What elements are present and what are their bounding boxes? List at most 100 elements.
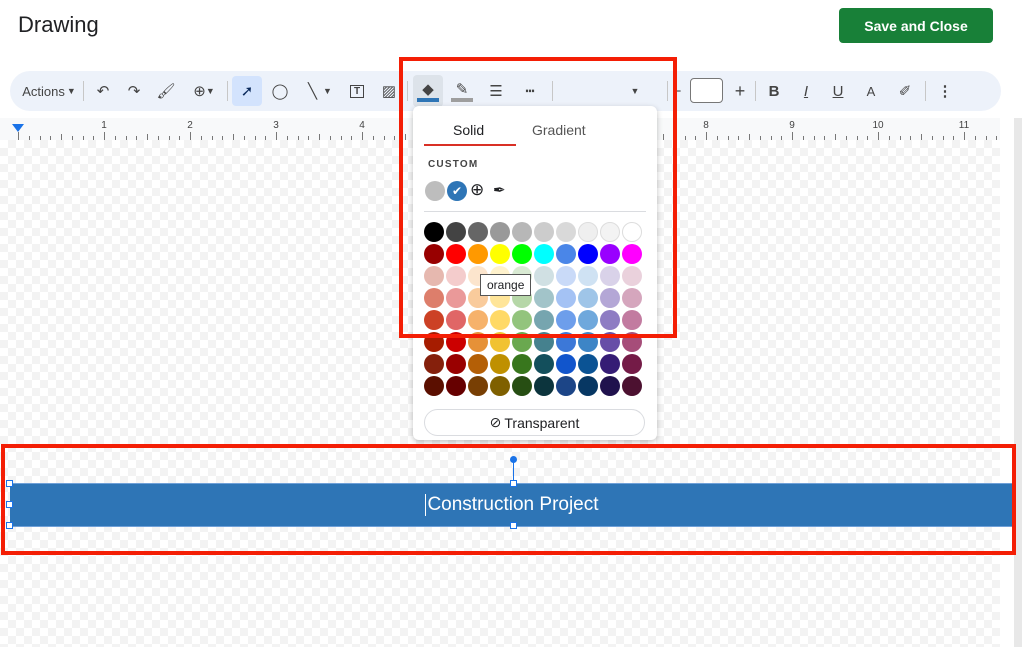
indent-marker[interactable]: [12, 124, 24, 132]
decrease-font-size-button[interactable]: −: [670, 71, 684, 111]
undo-icon[interactable]: ↶: [92, 71, 114, 111]
color-swatch[interactable]: [578, 266, 598, 286]
color-swatch[interactable]: [578, 354, 598, 374]
color-swatch[interactable]: [446, 332, 466, 352]
color-swatch[interactable]: [556, 332, 576, 352]
add-custom-color-icon[interactable]: ⊕: [470, 180, 484, 200]
color-swatch[interactable]: [622, 310, 642, 330]
color-swatch[interactable]: [468, 244, 488, 264]
color-swatch[interactable]: [424, 222, 444, 242]
tab-gradient[interactable]: Gradient: [532, 122, 586, 138]
image-icon[interactable]: ▨: [378, 71, 400, 111]
color-swatch[interactable]: [446, 288, 466, 308]
color-swatch[interactable]: [600, 266, 620, 286]
color-swatch[interactable]: [490, 376, 510, 396]
line-icon[interactable]: ╲ ▼: [300, 71, 340, 111]
color-swatch[interactable]: [556, 310, 576, 330]
color-swatch[interactable]: [468, 376, 488, 396]
color-swatch[interactable]: [424, 332, 444, 352]
font-dropdown[interactable]: ▼: [625, 71, 645, 111]
color-swatch[interactable]: [468, 354, 488, 374]
color-swatch[interactable]: [468, 222, 488, 242]
text-shape[interactable]: Construction Project: [10, 483, 1014, 527]
scrollbar[interactable]: [1014, 118, 1022, 647]
color-swatch[interactable]: [556, 222, 576, 242]
color-swatch[interactable]: [534, 310, 554, 330]
color-swatch[interactable]: [622, 222, 642, 242]
redo-icon[interactable]: ↷: [123, 71, 145, 111]
color-swatch[interactable]: [490, 354, 510, 374]
resize-handle[interactable]: [510, 522, 517, 529]
color-swatch[interactable]: [622, 332, 642, 352]
text-color-button[interactable]: A: [861, 71, 881, 111]
color-swatch[interactable]: [512, 244, 532, 264]
color-swatch[interactable]: [490, 222, 510, 242]
custom-color-swatch[interactable]: [425, 181, 445, 201]
color-swatch[interactable]: [424, 266, 444, 286]
color-swatch[interactable]: [468, 332, 488, 352]
color-swatch[interactable]: [622, 266, 642, 286]
color-swatch[interactable]: [600, 222, 620, 242]
color-swatch[interactable]: [600, 288, 620, 308]
color-swatch[interactable]: [424, 310, 444, 330]
color-swatch[interactable]: [424, 354, 444, 374]
tab-solid[interactable]: Solid: [453, 122, 484, 138]
color-swatch[interactable]: [512, 376, 532, 396]
color-swatch[interactable]: [534, 266, 554, 286]
actions-menu[interactable]: Actions ▼: [18, 71, 80, 111]
italic-button[interactable]: I: [796, 71, 816, 111]
color-swatch[interactable]: [622, 244, 642, 264]
fill-color-icon[interactable]: ◆: [413, 75, 443, 107]
color-swatch[interactable]: [600, 332, 620, 352]
zoom-icon[interactable]: ⊕ ▼: [186, 71, 222, 111]
color-swatch[interactable]: [490, 244, 510, 264]
color-swatch[interactable]: [424, 244, 444, 264]
font-size-input[interactable]: [690, 78, 723, 103]
rotate-handle[interactable]: [510, 456, 517, 463]
color-swatch[interactable]: [468, 310, 488, 330]
color-swatch[interactable]: [534, 354, 554, 374]
color-swatch[interactable]: [446, 266, 466, 286]
increase-font-size-button[interactable]: +: [730, 71, 750, 111]
color-swatch[interactable]: [578, 244, 598, 264]
color-swatch[interactable]: [446, 244, 466, 264]
color-swatch[interactable]: [556, 244, 576, 264]
color-swatch[interactable]: [622, 354, 642, 374]
border-color-icon[interactable]: ✎: [448, 71, 476, 111]
color-swatch[interactable]: [556, 376, 576, 396]
underline-button[interactable]: U: [828, 71, 848, 111]
resize-handle[interactable]: [6, 501, 13, 508]
color-swatch[interactable]: [534, 332, 554, 352]
shape-icon[interactable]: ◯: [269, 71, 291, 111]
resize-handle[interactable]: [6, 522, 13, 529]
resize-handle[interactable]: [6, 480, 13, 487]
color-swatch[interactable]: [600, 354, 620, 374]
resize-handle[interactable]: [510, 480, 517, 487]
color-swatch[interactable]: [512, 332, 532, 352]
color-swatch[interactable]: [446, 354, 466, 374]
color-swatch[interactable]: [512, 354, 532, 374]
custom-color-swatch-selected[interactable]: ✔: [447, 181, 467, 201]
shape-text[interactable]: Construction Project: [425, 494, 599, 516]
color-swatch[interactable]: [490, 332, 510, 352]
highlight-icon[interactable]: ✐: [895, 71, 915, 111]
color-swatch[interactable]: [424, 376, 444, 396]
color-swatch[interactable]: [600, 376, 620, 396]
more-options-button[interactable]: ⋮: [935, 71, 955, 111]
color-swatch[interactable]: [622, 376, 642, 396]
color-swatch[interactable]: [446, 222, 466, 242]
eyedropper-icon[interactable]: ✒: [493, 181, 506, 199]
select-icon[interactable]: ➚: [232, 76, 262, 106]
color-swatch[interactable]: [622, 288, 642, 308]
color-swatch[interactable]: [578, 310, 598, 330]
color-swatch[interactable]: [600, 244, 620, 264]
color-swatch[interactable]: [534, 288, 554, 308]
color-swatch[interactable]: [600, 310, 620, 330]
color-swatch[interactable]: [446, 310, 466, 330]
text-box-icon[interactable]: T: [346, 71, 368, 111]
bold-button[interactable]: B: [764, 71, 784, 111]
border-dash-icon[interactable]: ┅: [518, 71, 542, 111]
color-swatch[interactable]: [578, 376, 598, 396]
paint-format-icon[interactable]: 🖌: [155, 71, 177, 111]
color-swatch[interactable]: [446, 376, 466, 396]
